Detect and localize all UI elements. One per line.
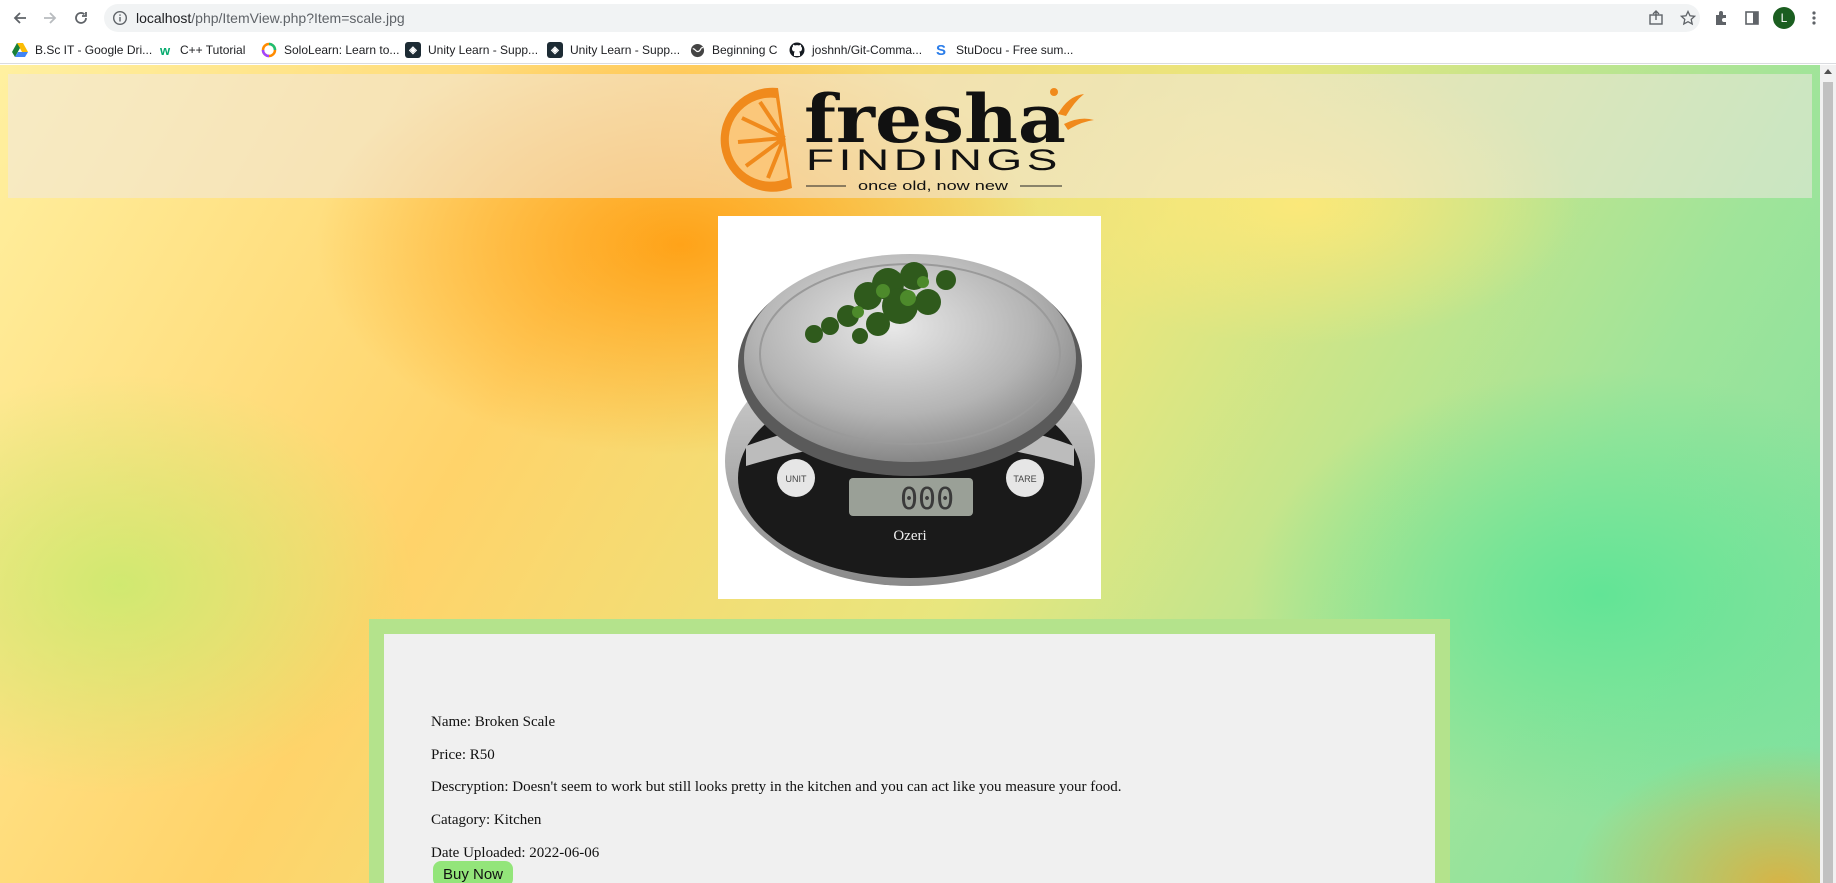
item-details-card: Name: Broken Scale Price: R50 Descryptio… <box>384 634 1435 883</box>
browser-toolbar: localhost/php/ItemView.php?Item=scale.jp… <box>0 0 1836 36</box>
site-info-icon[interactable] <box>112 10 128 31</box>
bookmark-star-icon[interactable] <box>1679 9 1697 26</box>
item-name: Name: Broken Scale <box>431 714 556 730</box>
logo-tagline: once old, now new <box>858 178 1009 193</box>
google-drive-icon <box>12 42 28 58</box>
item-details-panel: Name: Broken Scale Price: R50 Descryptio… <box>369 619 1450 883</box>
menu-kebab-icon[interactable] <box>1804 8 1824 28</box>
site-logo[interactable]: fresha FINDINGS once old, now new <box>718 78 1098 194</box>
back-button[interactable] <box>8 6 32 30</box>
item-date-uploaded: Date Uploaded: 2022-06-06 <box>431 845 600 861</box>
bookmark-item[interactable]: S StuDocu - Free sum... <box>933 41 1073 59</box>
unity-icon: ◈ <box>405 42 421 58</box>
bookmark-item[interactable]: B.Sc IT - Google Dri... <box>12 41 152 59</box>
buy-now-button[interactable]: Buy Now <box>433 861 513 883</box>
forward-button[interactable] <box>38 6 62 30</box>
bookmark-label: C++ Tutorial <box>180 43 246 57</box>
page-scrollbar[interactable] <box>1820 65 1836 883</box>
bookmark-label: Unity Learn - Supp... <box>428 43 539 57</box>
reload-button[interactable] <box>69 6 93 30</box>
kitchen-scale-illustration: 000 UNIT TARE Ozeri <box>725 254 1095 586</box>
extensions-icon[interactable] <box>1711 8 1731 28</box>
scale-unit-label: UNIT <box>786 474 807 484</box>
scrollbar-thumb[interactable] <box>1823 82 1833 883</box>
share-icon[interactable] <box>1648 10 1664 26</box>
scale-display-digits: 000 <box>900 482 954 517</box>
url-text: localhost/php/ItemView.php?Item=scale.jp… <box>136 10 405 26</box>
product-image: 000 UNIT TARE Ozeri <box>718 216 1101 599</box>
github-icon <box>789 42 805 58</box>
side-panel-icon[interactable] <box>1742 8 1762 28</box>
bookmark-item[interactable]: ◈ Unity Learn - Supp... <box>547 41 680 59</box>
item-price: Price: R50 <box>431 747 495 763</box>
item-description: Descryption: Doesn't seem to work but st… <box>431 779 1122 795</box>
sololearn-icon <box>261 42 277 58</box>
bookmark-item[interactable]: ◈ Unity Learn - Supp... <box>405 41 538 59</box>
profile-avatar[interactable]: L <box>1773 7 1795 29</box>
orange-slice-icon <box>720 87 792 192</box>
address-bar[interactable]: localhost/php/ItemView.php?Item=scale.jp… <box>104 4 1700 32</box>
studocu-icon: S <box>935 41 946 59</box>
page-viewport: fresha FINDINGS once old, now new 000 UN… <box>0 65 1820 883</box>
bookmark-item[interactable]: joshnh/Git-Comma... <box>789 41 922 59</box>
bookmark-label: B.Sc IT - Google Dri... <box>35 43 153 57</box>
scale-tare-label: TARE <box>1013 474 1036 484</box>
bookmark-label: Beginning C <box>712 43 778 57</box>
bookmark-item[interactable]: Beginning C <box>689 41 777 59</box>
scroll-up-arrow-icon[interactable] <box>1824 69 1832 74</box>
bookmark-label: SoloLearn: Learn to... <box>284 43 400 57</box>
bookmark-label: Unity Learn - Supp... <box>570 43 681 57</box>
bookmark-item[interactable]: SoloLearn: Learn to... <box>261 41 399 59</box>
forward-arrow-icon <box>44 12 57 24</box>
globe-icon <box>689 42 705 58</box>
logo-word-findings: FINDINGS <box>806 144 1062 177</box>
w3schools-icon: w <box>159 42 171 58</box>
profile-initial: L <box>1780 11 1788 25</box>
item-category: Catagory: Kitchen <box>431 812 542 828</box>
reload-icon <box>75 12 87 24</box>
scale-brand-text: Ozeri <box>893 528 926 544</box>
bookmark-label: joshnh/Git-Comma... <box>812 43 923 57</box>
bookmark-label: StuDocu - Free sum... <box>956 43 1074 57</box>
unity-icon: ◈ <box>547 42 563 58</box>
bookmarks-bar: B.Sc IT - Google Dri... w C++ Tutorial S… <box>0 36 1836 64</box>
back-arrow-icon <box>13 12 26 24</box>
bookmark-item[interactable]: w C++ Tutorial <box>157 41 245 59</box>
